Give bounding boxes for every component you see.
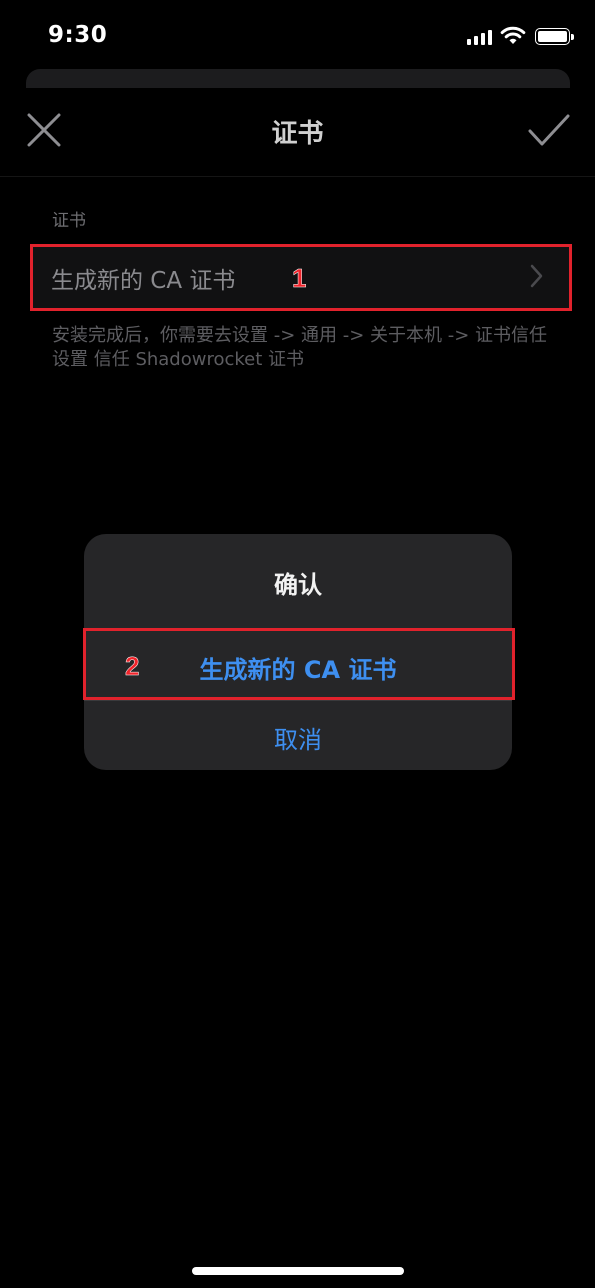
alert-title: 确认: [274, 571, 322, 599]
section-footer: 安装完成后，你需要去设置 -> 通用 -> 关于本机 -> 证书信任设置 信任 …: [52, 325, 548, 370]
home-indicator[interactable]: [192, 1267, 404, 1275]
checkmark-icon[interactable]: [527, 113, 571, 147]
wifi-icon: [500, 26, 526, 44]
cellular-signal-icon: [467, 30, 492, 45]
step-number-2: 2: [125, 651, 140, 682]
page-title: 证书: [271, 119, 324, 149]
status-time: 9:30: [48, 22, 108, 48]
highlight-box-2: [83, 628, 515, 700]
section-header: 证书: [52, 211, 86, 231]
step-number-1: 1: [292, 263, 307, 294]
battery-icon: [535, 28, 574, 45]
cancel-button-label: 取消: [274, 726, 322, 754]
